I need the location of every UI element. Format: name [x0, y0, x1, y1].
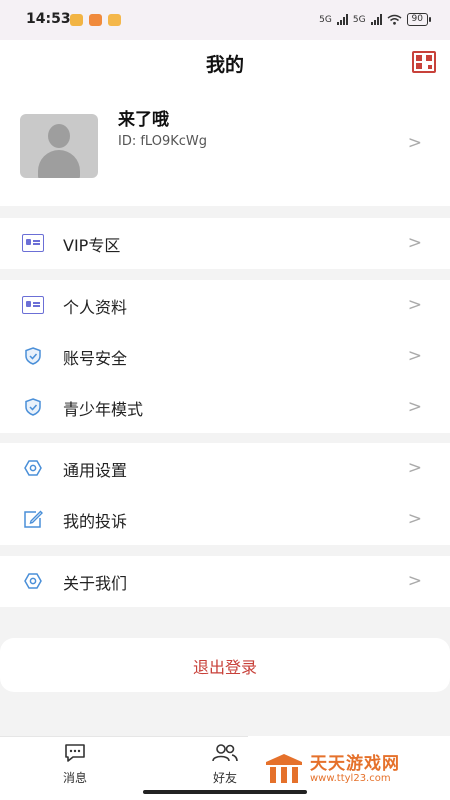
watermark-url: www.ttyl23.com — [310, 773, 391, 784]
chat-bubble-icon — [65, 744, 85, 762]
notification-icons — [70, 14, 121, 26]
shield-icon — [25, 398, 41, 416]
menu-item-label: VIP专区 — [63, 236, 121, 255]
menu-group-vip: VIP专区 > — [0, 218, 450, 269]
menu-item-label: 青少年模式 — [63, 400, 144, 419]
edit-icon — [24, 510, 43, 528]
menu-item-account-security[interactable]: 账号安全 > — [0, 331, 450, 382]
friends-icon — [212, 744, 238, 762]
logout-label: 退出登录 — [192, 658, 257, 677]
menu-item-label: 我的投诉 — [63, 512, 128, 531]
menu-item-label: 个人资料 — [63, 298, 128, 317]
id-card-icon — [22, 296, 44, 314]
status-bar: 14:53 5G 5G 90 — [0, 0, 450, 40]
notification-icon — [89, 14, 102, 26]
wifi-icon — [387, 14, 402, 25]
chevron-right-icon: > — [407, 133, 422, 153]
menu-group-account: 个人资料 > 账号安全 > 青少年模式 > — [0, 280, 450, 433]
tab-label: 消息 — [62, 771, 87, 785]
menu-item-label: 账号安全 — [63, 349, 128, 368]
tab-messages[interactable]: 消息 — [45, 743, 105, 786]
signal-icon — [370, 14, 382, 25]
chevron-right-icon: > — [407, 397, 422, 417]
notification-icon — [70, 14, 83, 26]
menu-item-profile-info[interactable]: 个人资料 > — [0, 280, 450, 331]
page-title: 我的 — [205, 54, 244, 76]
chevron-right-icon: > — [407, 509, 422, 529]
menu-item-label: 通用设置 — [63, 461, 128, 480]
profile-card[interactable]: 来了哦 ID: fLO9KcWg > — [0, 88, 450, 206]
menu-group-about: 关于我们 > — [0, 556, 450, 607]
signal-icon — [336, 14, 348, 25]
chevron-right-icon: > — [407, 458, 422, 478]
status-time: 14:53 — [26, 11, 71, 27]
menu-item-teen-mode[interactable]: 青少年模式 > — [0, 382, 450, 433]
avatar-head-shape — [48, 124, 70, 148]
profile-id: ID: fLO9KcWg — [118, 134, 207, 149]
status-indicators: 5G 5G 90 — [319, 13, 432, 26]
id-card-icon — [22, 234, 44, 252]
tab-friends[interactable]: 好友 — [195, 743, 255, 786]
logout-button[interactable]: 退出登录 — [0, 638, 450, 692]
chevron-right-icon: > — [407, 295, 422, 315]
chevron-right-icon: > — [407, 233, 422, 253]
network-label: 5G — [352, 14, 366, 25]
menu-item-vip[interactable]: VIP专区 > — [0, 218, 450, 269]
notification-icon — [108, 14, 121, 26]
chevron-right-icon: > — [407, 346, 422, 366]
shield-icon — [25, 347, 41, 365]
profile-name: 来了哦 — [118, 110, 169, 130]
gear-icon — [24, 460, 42, 476]
menu-item-my-complaints[interactable]: 我的投诉 > — [0, 494, 450, 545]
qr-code-icon[interactable] — [412, 51, 436, 73]
home-indicator[interactable] — [143, 790, 307, 794]
menu-item-label: 关于我们 — [63, 574, 128, 593]
watermark-title: 天天游戏网 — [310, 754, 400, 774]
menu-group-settings: 通用设置 > 我的投诉 > — [0, 443, 450, 545]
tab-label: 好友 — [212, 771, 237, 785]
network-label: 5G — [319, 14, 332, 25]
battery-icon: 90 — [406, 13, 432, 26]
gear-icon — [24, 573, 42, 589]
chevron-right-icon: > — [407, 571, 422, 591]
avatar-body-shape — [38, 150, 80, 178]
watermark-logo-icon — [266, 754, 302, 783]
avatar[interactable] — [20, 114, 98, 178]
menu-item-about-us[interactable]: 关于我们 > — [0, 556, 450, 607]
page-header: 我的 — [0, 40, 450, 88]
menu-item-general-settings[interactable]: 通用设置 > — [0, 443, 450, 494]
